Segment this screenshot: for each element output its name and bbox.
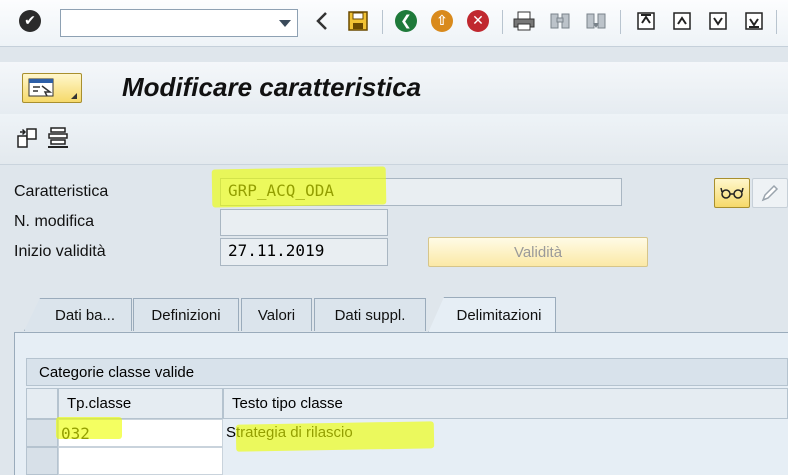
print-icon[interactable] — [512, 9, 536, 33]
find-icon[interactable] — [548, 9, 572, 33]
previous-page-icon[interactable] — [670, 9, 694, 33]
tab-valori[interactable]: Valori — [241, 298, 312, 331]
glasses-icon — [720, 187, 744, 199]
toolbar-separator — [502, 10, 503, 34]
enter-icon[interactable]: ✔ — [18, 9, 42, 33]
table-cell-tp-classe[interactable] — [58, 447, 223, 475]
row-selector[interactable] — [26, 447, 58, 475]
tab-dati-suppl[interactable]: Dati suppl. — [314, 298, 426, 331]
change-button[interactable] — [752, 178, 788, 208]
table-cell-testo — [223, 447, 788, 475]
table-title: Categorie classe valide — [26, 358, 788, 386]
chevron-down-icon[interactable] — [279, 20, 291, 27]
caratteristica-label: Caratteristica — [14, 183, 109, 200]
last-page-icon[interactable] — [742, 9, 766, 33]
caratteristica-field[interactable]: GRP_ACQ_ODA — [220, 178, 622, 206]
pencil-icon — [761, 184, 779, 202]
back-icon[interactable]: ❮ — [394, 9, 418, 33]
toolbar-separator — [776, 10, 777, 34]
title-bar: Modificare caratteristica — [0, 62, 788, 114]
tab-dati-base[interactable]: Dati ba... — [24, 298, 132, 331]
command-field[interactable] — [60, 9, 298, 37]
select-all-cell[interactable] — [26, 388, 58, 419]
inizio-validita-field[interactable]: 27.11.2019 — [220, 238, 388, 266]
other-characteristic-icon[interactable] — [16, 126, 40, 150]
application-toolbar — [0, 114, 788, 165]
system-toolbar: ✔ ❮ ⇧ ✕ — [0, 0, 788, 47]
menu-icon — [28, 78, 54, 97]
table-cell-tp-classe[interactable]: 032 — [58, 419, 223, 447]
toolbar-separator — [620, 10, 621, 34]
toolbar-separator — [382, 10, 383, 34]
tab-delimitazioni[interactable]: Delimitazioni — [428, 297, 556, 333]
first-page-icon[interactable] — [634, 9, 658, 33]
menu-button[interactable] — [22, 73, 82, 103]
dropdown-arrow-icon — [71, 93, 77, 99]
exit-icon[interactable]: ⇧ — [430, 9, 454, 33]
table-cell-testo: Strategia di rilascio — [223, 419, 788, 447]
list-icon[interactable] — [46, 126, 70, 150]
tab-definizioni[interactable]: Definizioni — [133, 298, 239, 331]
n-modifica-label: N. modifica — [14, 213, 95, 230]
display-toggle-button[interactable] — [714, 178, 750, 208]
n-modifica-field[interactable] — [220, 209, 388, 236]
find-next-icon[interactable] — [584, 9, 608, 33]
next-page-icon[interactable] — [706, 9, 730, 33]
save-icon[interactable] — [346, 9, 370, 33]
row-selector[interactable] — [26, 419, 58, 447]
cancel-icon[interactable]: ✕ — [466, 9, 490, 33]
inizio-validita-label: Inizio validità — [14, 243, 106, 260]
back-arrow-icon[interactable] — [310, 9, 334, 33]
page-title: Modificare caratteristica — [122, 72, 422, 102]
column-header-testo-tipo-classe[interactable]: Testo tipo classe — [223, 388, 788, 419]
validita-button[interactable]: Validità — [428, 237, 648, 267]
column-header-tp-classe[interactable]: Tp.classe — [58, 388, 223, 419]
